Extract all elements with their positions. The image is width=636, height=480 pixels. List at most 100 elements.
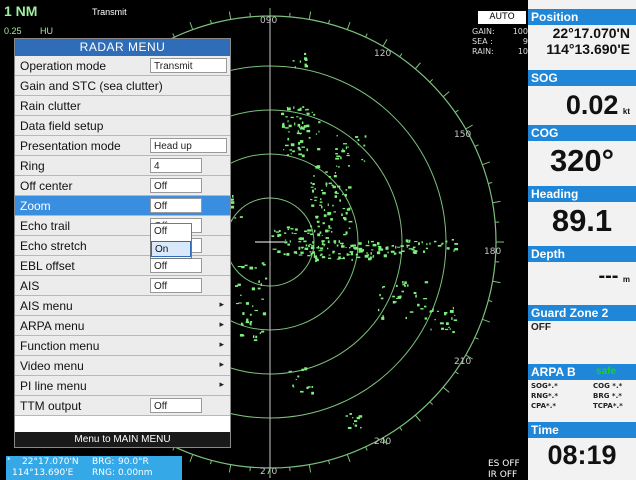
menu-item-pi-line-menu[interactable]: PI line menu ▸	[15, 376, 230, 396]
menu-item-zoom[interactable]: Zoom Off	[15, 196, 230, 216]
echo-blip	[345, 189, 348, 191]
echo-blip	[306, 112, 310, 114]
echo-blip	[363, 144, 366, 147]
echo-blip	[301, 154, 305, 158]
menu-footer-button[interactable]: Menu to MAIN MENU	[15, 432, 230, 447]
echo-blip	[305, 109, 308, 111]
echo-blip	[393, 253, 396, 255]
bearing-tick	[488, 181, 493, 184]
echo-blip	[349, 251, 354, 253]
echo-blip	[310, 225, 312, 228]
echo-blip	[392, 295, 395, 298]
echo-blip	[306, 148, 309, 152]
menu-item-video-menu[interactable]: Video menu ▸	[15, 356, 230, 376]
bearing-tick	[328, 19, 331, 24]
echo-blip	[289, 240, 291, 243]
menu-item-ring[interactable]: Ring 4	[15, 156, 230, 176]
echo-blip	[316, 220, 320, 223]
menu-item-off-center[interactable]: Off center Off	[15, 176, 230, 196]
arpa-field: BRG *.*	[593, 392, 622, 400]
echo-blip	[283, 149, 285, 151]
echo-blip	[436, 310, 440, 312]
menu-item-ais-menu[interactable]: AIS menu ▸	[15, 296, 230, 316]
echo-blip	[289, 149, 292, 151]
ring-value[interactable]: 4	[150, 158, 202, 173]
echo-blip	[350, 253, 353, 256]
arpa-field: RNG*.*	[531, 392, 558, 400]
echo-blip	[304, 52, 307, 55]
submenu-arrow-icon: ▸	[219, 379, 224, 389]
echo-blip	[345, 146, 347, 150]
menu-item-ais[interactable]: AIS Off	[15, 276, 230, 296]
bearing-tick	[482, 318, 491, 323]
ttm-output-value[interactable]: Off	[150, 398, 202, 413]
arpa-field: COG *.*	[593, 382, 623, 390]
echo-blip	[333, 175, 337, 178]
dropdown-option-on[interactable]: On	[151, 241, 191, 257]
menu-item-ttm-output[interactable]: TTM output Off	[15, 396, 230, 416]
menu-item-arpa-menu[interactable]: ARPA menu ▸	[15, 316, 230, 336]
echo-blip	[332, 204, 334, 207]
menu-item-function-menu[interactable]: Function menu ▸	[15, 336, 230, 356]
echo-blip	[319, 201, 323, 203]
echo-blip	[290, 116, 294, 119]
menu-item-gain-stc[interactable]: Gain and STC (sea clutter)	[15, 76, 230, 96]
bearing-tick	[488, 300, 493, 303]
echo-blip	[347, 153, 350, 155]
echo-blip	[290, 228, 294, 230]
echo-blip	[415, 294, 417, 298]
menu-item-ebl-offset[interactable]: EBL offset Off	[15, 256, 230, 276]
echo-blip	[405, 239, 408, 242]
echo-blip	[336, 244, 339, 247]
menu-item-operation-mode[interactable]: Operation mode Transmit	[15, 56, 230, 76]
echo-blip	[281, 112, 285, 116]
echo-blip	[310, 182, 312, 184]
presentation-mode-value[interactable]: Head up	[150, 138, 227, 153]
echo-blip	[307, 229, 309, 231]
range-readout[interactable]: 1 NM	[4, 3, 37, 19]
operation-mode-value[interactable]: Transmit	[150, 58, 227, 73]
menu-item-echo-trail[interactable]: Echo trail Off	[15, 216, 230, 236]
echo-blip	[246, 318, 249, 322]
dropdown-option-off[interactable]: Off	[151, 224, 191, 240]
ais-value[interactable]: Off	[150, 278, 202, 293]
menu-item-rain-clutter[interactable]: Rain clutter	[15, 96, 230, 116]
echo-blip	[254, 309, 258, 312]
auto-mode-badge[interactable]: AUTO	[478, 11, 526, 24]
echo-blip	[306, 129, 311, 133]
echo-blip	[245, 321, 250, 324]
menu-item-presentation-mode[interactable]: Presentation mode Head up	[15, 136, 230, 156]
echo-blip	[314, 188, 316, 190]
menu-item-data-field-setup[interactable]: Data field setup	[15, 116, 230, 136]
echo-blip	[284, 127, 289, 129]
echo-blip	[346, 155, 350, 157]
echo-blip	[240, 294, 242, 296]
heading-value: 89.1	[551, 203, 613, 238]
echo-blip	[303, 240, 307, 243]
echo-blip	[232, 195, 234, 198]
echo-blip	[286, 253, 289, 256]
ebl-offset-value[interactable]: Off	[150, 258, 202, 273]
echo-blip	[412, 246, 416, 248]
echo-blip	[259, 332, 262, 335]
off-center-value[interactable]: Off	[150, 178, 202, 193]
bearing-tick	[189, 21, 194, 30]
zoom-value[interactable]: Off	[150, 198, 202, 213]
bearing-tick	[465, 124, 473, 130]
echo-blip	[399, 295, 402, 298]
heading-header: Heading	[528, 186, 636, 202]
bearing-label-210: 210	[454, 357, 472, 367]
echo-blip	[405, 316, 407, 320]
echo-blip	[453, 249, 455, 252]
echo-blip	[352, 244, 356, 247]
echo-blip	[338, 253, 341, 255]
echo-blip	[287, 137, 290, 141]
echo-blip	[348, 220, 353, 223]
bearing-tick	[346, 21, 351, 30]
echo-blip	[301, 368, 305, 371]
data-panel: Position 22°17.070'N 114°13.690'E SOG 0.…	[528, 0, 636, 480]
echo-blip	[320, 247, 324, 250]
menu-item-echo-stretch[interactable]: Echo stretch Off	[15, 236, 230, 256]
zoom-dropdown[interactable]: Off On	[150, 223, 192, 259]
echo-blip	[356, 256, 361, 259]
